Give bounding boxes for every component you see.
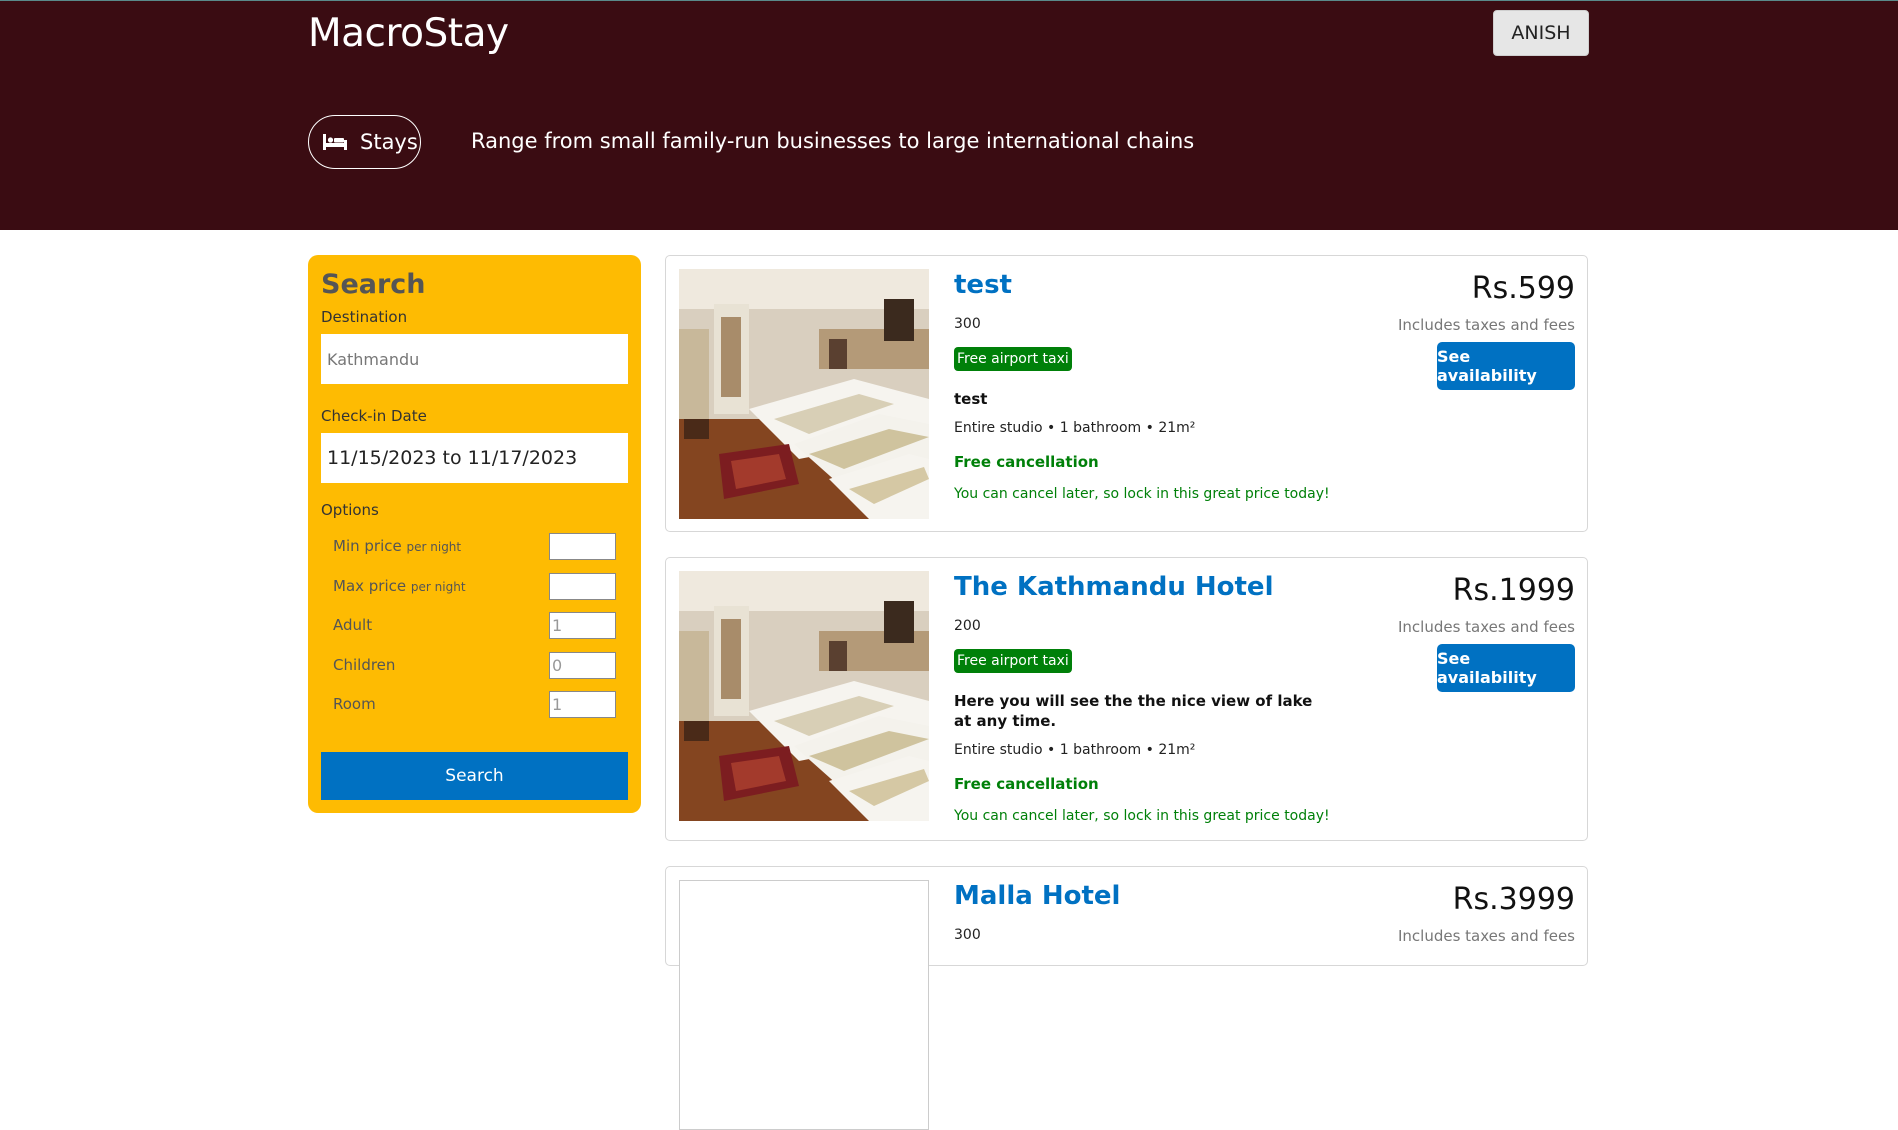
option-children: Children 0 [321,648,628,688]
header-tagline: Range from small family-run businesses t… [471,129,1195,153]
option-adult: Adult 1 [321,608,628,648]
hotel-title-link[interactable]: Malla Hotel [954,881,1120,911]
max-price-input[interactable] [549,572,616,600]
checkin-date-input[interactable]: 11/15/2023 to 11/17/2023 [321,433,628,483]
option-room: Room 1 [321,687,628,727]
hotel-price: Rs.599 [1471,271,1575,306]
cancellation-note: You can cancel later, so lock in this gr… [954,808,1330,824]
hotel-price: Rs.1999 [1452,573,1575,608]
hotel-title-link[interactable]: test [954,270,1012,300]
bed-icon [323,134,347,150]
search-title: Search [321,269,426,300]
hotel-subtitle: Here you will see the the nice view of l… [954,692,1313,730]
brand-logo[interactable]: MacroStay [308,11,509,56]
stays-tab[interactable]: Stays [308,115,421,169]
search-result-item: Malla Hotel 300 Rs.3999 Includes taxes a… [665,866,1588,1130]
hotel-features: Entire studio • 1 bathroom • 21m² [954,420,1196,436]
option-min-price: Min price per night [321,529,628,569]
hotel-features: Entire studio • 1 bathroom • 21m² [954,742,1196,758]
hotel-photo[interactable] [679,269,929,519]
search-button[interactable]: Search [321,752,628,800]
cancellation-note: You can cancel later, so lock in this gr… [954,486,1330,502]
options-label: Options [321,501,379,519]
min-price-input[interactable] [549,533,616,560]
option-label: Room [333,695,376,713]
search-panel: Search Destination Kathmandu Check-in Da… [308,255,641,813]
stays-label: Stays [360,130,418,154]
free-cancellation: Free cancellation [954,775,1099,793]
taxes-note: Includes taxes and fees [1397,316,1575,334]
hotel-distance: 300 [954,316,981,332]
hotel-subtitle: test [954,390,988,408]
hotel-price: Rs.3999 [1452,882,1575,917]
option-label: Max price [333,576,407,595]
option-suffix: per night [406,540,462,554]
hotel-title-link[interactable]: The Kathmandu Hotel [954,572,1273,602]
taxes-note: Includes taxes and fees [1397,927,1575,945]
search-result-item: test 300 Free airport taxi test Entire s… [665,255,1588,532]
option-max-price: Max price per night [321,569,628,609]
destination-input[interactable]: Kathmandu [321,334,628,384]
hotel-photo[interactable] [679,571,929,821]
checkin-label: Check-in Date [321,407,427,425]
free-taxi-badge: Free airport taxi [954,347,1072,371]
room-input[interactable]: 1 [549,691,616,718]
destination-label: Destination [321,308,408,326]
search-result-item: The Kathmandu Hotel 200 Free airport tax… [665,557,1588,841]
hotel-distance: 300 [954,927,981,943]
user-account-button[interactable]: ANISH [1493,10,1589,56]
option-suffix: per night [410,579,466,594]
option-label: Children [333,655,396,674]
option-label: Adult [333,616,373,634]
free-taxi-badge: Free airport taxi [954,649,1072,673]
hotel-photo[interactable] [679,880,929,1130]
taxes-note: Includes taxes and fees [1397,618,1575,636]
see-availability-button[interactable]: See availability [1437,644,1575,692]
children-input[interactable]: 0 [549,651,616,679]
hotel-distance: 200 [954,618,981,634]
see-availability-button[interactable]: See availability [1437,342,1575,390]
free-cancellation: Free cancellation [954,453,1099,471]
adult-input[interactable]: 1 [549,612,616,639]
option-label: Min price [333,537,402,555]
site-header: MacroStay ANISH Stays Range from small f… [0,0,1898,230]
